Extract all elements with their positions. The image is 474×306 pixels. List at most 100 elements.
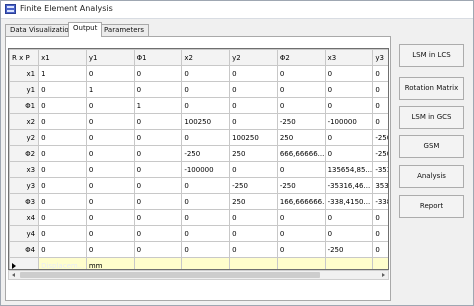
column-header[interactable]: x2	[181, 49, 231, 66]
grid-cell[interactable]: 0	[133, 161, 183, 178]
grid-cell[interactable]: 0	[38, 193, 87, 210]
grid-cell[interactable]: 0	[38, 129, 87, 146]
grid-cell[interactable]: 250	[229, 193, 278, 210]
table-row[interactable]: Φ2000-250250666,66666...0-250	[9, 145, 388, 162]
grid-cell[interactable]: 0	[324, 145, 374, 162]
grid-cell[interactable]: 0	[372, 81, 388, 98]
table-row[interactable]: Φ4 0 0 0 0 0 0 -250 0	[9, 241, 388, 258]
grid-cell[interactable]: 35316,4...	[372, 177, 388, 194]
grid-cell[interactable]: 0	[181, 177, 231, 194]
grid-cell[interactable]: 0	[181, 129, 231, 146]
grid-cell[interactable]: -250	[276, 113, 326, 130]
grid-cell[interactable]: 0	[372, 241, 388, 258]
grid-cell[interactable]: 0	[133, 177, 183, 194]
grid-cell[interactable]: 0	[133, 129, 183, 146]
grid-cell[interactable]: 0	[85, 113, 135, 130]
grid-cell[interactable]: 0	[229, 81, 278, 98]
grid-cell[interactable]: 0	[276, 225, 326, 242]
row-header[interactable]: Φ3	[9, 193, 40, 210]
grid-cell[interactable]: 0	[229, 113, 278, 130]
row-header[interactable]: y1	[9, 81, 40, 98]
grid-cell[interactable]: 0	[85, 241, 135, 258]
grid-cell[interactable]: 0	[181, 81, 231, 98]
row-header[interactable]: x1	[9, 65, 40, 82]
grid-cell[interactable]: 0	[38, 209, 87, 226]
row-header[interactable]: y2	[9, 129, 40, 146]
row-header[interactable]: x3	[9, 161, 40, 178]
grid-cell[interactable]: 250	[276, 129, 326, 146]
column-header[interactable]: y1	[85, 49, 135, 66]
column-header[interactable]: y2	[229, 49, 278, 66]
gsm-button[interactable]: GSM	[399, 135, 464, 158]
table-row[interactable]: x2 0 0 0 100250 0 -250 -100000 0	[9, 113, 388, 130]
column-header[interactable]: Φ1	[133, 49, 183, 66]
grid-cell[interactable]: -250	[372, 145, 388, 162]
table-row[interactable]: y4 0 0 0 0 0 0 0 0	[9, 225, 388, 242]
grid-cell[interactable]: 0	[324, 97, 374, 114]
row-header[interactable]: Φ2	[9, 145, 40, 162]
grid-cell[interactable]: -35316,46...	[324, 177, 374, 194]
empty-cell[interactable]	[276, 257, 326, 269]
grid-cell[interactable]: 1	[85, 81, 135, 98]
grid-cell[interactable]: 0	[181, 193, 231, 210]
grid-cell[interactable]: 0	[276, 209, 326, 226]
grid-cell[interactable]: 0	[276, 161, 326, 178]
grid-cell[interactable]: 166,666666...	[276, 193, 326, 210]
grid-cell[interactable]: 250	[229, 145, 278, 162]
table-row[interactable]: x3000-10000000135654,85...-35316,...	[9, 161, 388, 178]
row-header[interactable]: y3	[9, 177, 40, 194]
grid-cell[interactable]: 0	[133, 193, 183, 210]
row-header[interactable]: x4	[9, 209, 40, 226]
column-header[interactable]: Φ2	[276, 49, 326, 66]
grid-cell[interactable]: 0	[229, 65, 278, 82]
table-row[interactable]: y1 0 1 0 0 0 0 0 0	[9, 81, 388, 98]
grid-cell[interactable]: 0	[38, 81, 87, 98]
empty-cell[interactable]	[133, 257, 183, 269]
row-header[interactable]: Φ1	[9, 97, 40, 114]
grid-cell[interactable]: 135654,85...	[324, 161, 374, 178]
grid-cell[interactable]: -250	[181, 145, 231, 162]
grid-cell[interactable]: -250	[276, 177, 326, 194]
lsm-in-lcs-button[interactable]: LSM in LCS	[399, 44, 464, 67]
grid-cell[interactable]: 0	[324, 209, 374, 226]
results-grid[interactable]: R x P x1 y1 Φ1 x2 y2 Φ2 x3 y3 x1 1 0 0 0 0 0 0 0…	[8, 48, 389, 270]
grid-cell[interactable]: 0	[324, 225, 374, 242]
table-row[interactable]: x1 1 0 0 0 0 0 0 0	[9, 65, 388, 82]
grid-cell[interactable]: 0	[85, 161, 135, 178]
grid-cell[interactable]: 0	[85, 225, 135, 242]
grid-cell[interactable]: -100000	[181, 161, 231, 178]
grid-cell[interactable]: 0	[133, 81, 183, 98]
grid-cell[interactable]: 0	[372, 209, 388, 226]
grid-cell[interactable]: 0	[372, 65, 388, 82]
grid-cell[interactable]: 666,66666...	[276, 145, 326, 162]
grid-cell[interactable]: -250	[324, 241, 374, 258]
grid-cell[interactable]: 0	[85, 129, 135, 146]
lsm-in-gcs-button[interactable]: LSM in GCS	[399, 106, 464, 129]
grid-cell[interactable]: 0	[38, 145, 87, 162]
grid-cell[interactable]: 0	[229, 97, 278, 114]
grid-cell[interactable]: -250	[372, 129, 388, 146]
rotation-matrix-button[interactable]: Rotation Matrix	[399, 77, 464, 100]
grid-cell[interactable]: 100250	[229, 129, 278, 146]
grid-cell[interactable]: 1	[38, 65, 87, 82]
grid-cell[interactable]: 0	[276, 241, 326, 258]
grid-cell[interactable]: 0	[85, 65, 135, 82]
displacement-label-cell[interactable]: Displacem...	[38, 257, 87, 269]
empty-cell[interactable]	[229, 257, 278, 269]
grid-cell[interactable]: 0	[38, 161, 87, 178]
grid-cell[interactable]: 0	[38, 97, 87, 114]
grid-cell[interactable]: 1	[133, 97, 183, 114]
row-header[interactable]: y4	[9, 225, 40, 242]
grid-cell[interactable]: 0	[85, 209, 135, 226]
scroll-right-icon[interactable]	[378, 271, 388, 279]
grid-cell[interactable]: -250	[229, 177, 278, 194]
grid-cell[interactable]: 0	[181, 65, 231, 82]
grid-cell[interactable]: 0	[372, 225, 388, 242]
grid-cell[interactable]: 0	[133, 241, 183, 258]
grid-cell[interactable]: 0	[38, 113, 87, 130]
grid-cell[interactable]: -35316,...	[372, 161, 388, 178]
grid-cell[interactable]: 0	[85, 177, 135, 194]
column-header[interactable]: x3	[324, 49, 374, 66]
table-row[interactable]: y200001002502500-250	[9, 129, 388, 146]
grid-cell[interactable]: -100000	[324, 113, 374, 130]
